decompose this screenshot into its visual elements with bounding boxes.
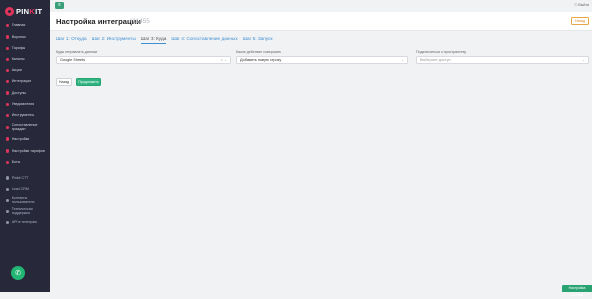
- sidebar-item-home[interactable]: Главная: [0, 20, 50, 31]
- gear-icon: [6, 137, 10, 141]
- logo-text: PINKIT: [16, 6, 43, 16]
- action-field: Какое действие совершать Добавить новую …: [236, 50, 408, 64]
- sidebar-item-tariffs[interactable]: Тарифы: [0, 42, 50, 53]
- contacts-icon: [6, 198, 10, 202]
- sidebar-item-channels[interactable]: Каналы: [0, 54, 50, 65]
- sliders-icon: [6, 149, 10, 153]
- access-setup-tab[interactable]: Настройка доступа: [562, 285, 592, 297]
- logo-mark-icon: [5, 6, 14, 16]
- key-icon: [6, 91, 10, 95]
- back-button[interactable]: Назад: [56, 78, 72, 86]
- sidebar-item-settings[interactable]: Настройки: [0, 133, 50, 144]
- tag-icon: [6, 46, 10, 50]
- step-tabs: Шаг 1: Откуда Шаг 2: Инструменты Шаг 3: …: [56, 36, 273, 44]
- brand-logo[interactable]: PINKIT: [0, 2, 50, 20]
- tab-step-1[interactable]: Шаг 1: Откуда: [56, 36, 87, 44]
- sidebar-item-pinkit-ctt[interactable]: Pinkit CTT: [0, 172, 50, 183]
- integration-id: #11455: [129, 17, 150, 25]
- robot-icon: [6, 161, 10, 165]
- clear-chevron-icon[interactable]: × ⌄: [221, 57, 227, 63]
- sidebar-item-lead-crm[interactable]: Lead CRM: [0, 183, 50, 194]
- crm-icon: [6, 187, 10, 191]
- chevron-down-icon: ⌄: [401, 58, 404, 62]
- sidebar-main-nav: Главная Воронки Тарифы Каналы Акции Инте…: [0, 20, 50, 168]
- tab-step-2[interactable]: Шаг 2: Инструменты: [92, 36, 136, 44]
- connection-field: Подключиться к пространству Выберите дос…: [416, 50, 589, 64]
- sidebar-item-user-contacts[interactable]: Контакты пользователя: [0, 194, 50, 205]
- sidebar-item-funnels[interactable]: Воронки: [0, 31, 50, 42]
- chevron-down-icon: ⌄: [582, 58, 585, 62]
- chat-icon: ✆: [15, 270, 21, 277]
- menu-icon: ≡: [58, 2, 61, 8]
- sidebar-item-notifications[interactable]: Уведомления: [0, 98, 50, 109]
- gift-icon: [6, 69, 10, 73]
- bell-icon: [6, 102, 10, 106]
- support-icon: [6, 209, 10, 214]
- sidebar-item-tariff-settings[interactable]: Настройки тарифов: [0, 144, 50, 157]
- header-back-button[interactable]: Назад: [571, 17, 589, 25]
- connection-select[interactable]: Выберите доступ ⌄: [416, 56, 589, 64]
- page-header: Настройка интеграции #11455 Назад: [50, 12, 592, 31]
- sidebar-item-bots[interactable]: Боты: [0, 157, 50, 168]
- tab-step-3[interactable]: Шаг 3: Куда: [140, 36, 167, 44]
- funnel-icon: [6, 35, 10, 39]
- tab-step-5[interactable]: Шаг 5: Запуск: [243, 36, 273, 44]
- sidebar-item-promos[interactable]: Акции: [0, 65, 50, 76]
- destination-label: Куда отправлять данные: [56, 50, 98, 54]
- wrench-icon: [6, 113, 10, 117]
- sidebar-item-integrations[interactable]: Интеграции: [0, 76, 50, 87]
- action-select[interactable]: Добавить новую строку ⌄: [236, 56, 408, 64]
- tab-step-4[interactable]: Шаг 4: Сопоставление данных: [171, 36, 237, 44]
- api-icon: [6, 221, 10, 225]
- chat-button[interactable]: ✆: [11, 266, 25, 280]
- sidebar-item-access[interactable]: Доступы: [0, 87, 50, 98]
- menu-toggle-button[interactable]: ≡: [55, 2, 64, 9]
- action-label: Какое действие совершать: [236, 50, 282, 54]
- sidebar-item-tools[interactable]: Инструменты: [0, 110, 50, 121]
- connection-label: Подключиться к пространству: [416, 50, 467, 54]
- destination-field: Куда отправлять данные Google Sheets × ⌄: [56, 50, 231, 64]
- sidebar-item-support[interactable]: Техническая поддержка: [0, 206, 50, 217]
- main-content: Шаг 1: Откуда Шаг 2: Инструменты Шаг 3: …: [50, 31, 592, 297]
- destination-select[interactable]: Google Sheets × ⌄: [56, 56, 231, 64]
- channel-icon: [6, 57, 10, 62]
- topbar: ≡ ⎋ Выйти: [50, 0, 592, 12]
- sidebar-item-matching[interactable]: Сопоставление граждан: [0, 121, 50, 134]
- continue-button[interactable]: Продолжить: [76, 78, 101, 86]
- logout-link[interactable]: ⎋ Выйти: [575, 3, 590, 7]
- sidebar-item-api[interactable]: API в телеграм: [0, 217, 50, 228]
- puzzle-icon: [6, 80, 10, 84]
- sidebar-bottom-nav: Pinkit CTT Lead CRM Контакты пользовател…: [0, 172, 50, 228]
- apps-icon: [6, 176, 10, 180]
- sidebar: PINKIT Главная Воронки Тарифы Каналы Акц…: [0, 0, 50, 292]
- home-icon: [6, 24, 10, 28]
- link-icon: [6, 125, 10, 129]
- step-actions: Назад Продолжить: [56, 78, 101, 86]
